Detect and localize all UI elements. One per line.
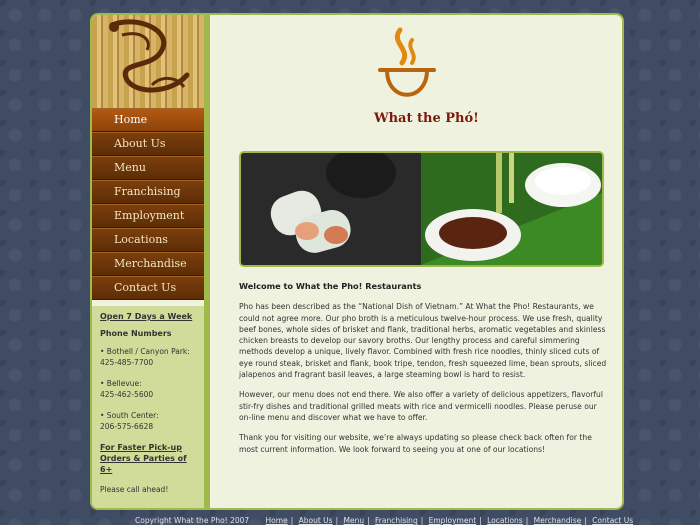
location-name: • South Center: [100,411,159,420]
food-photo-image [241,153,602,265]
bamboo-header-image [92,15,204,108]
nav-home[interactable]: Home [92,108,204,132]
footer-link-menu[interactable]: Menu [344,516,365,525]
nav-contact-us[interactable]: Contact Us [92,276,204,300]
logo [372,25,442,114]
footer-link-locations[interactable]: Locations [487,516,523,525]
nav-employment[interactable]: Employment [92,204,204,228]
copyright: Copyright What the Pho! 2007 [135,516,250,525]
location-south-center: • South Center: 206-575-6628 [100,410,196,432]
menu-paragraph: However, our menu does not end there. We… [239,390,603,422]
footer-link-contact-us[interactable]: Contact Us [592,516,633,525]
location-bellevue: • Bellevue: 425-462-5600 [100,378,196,400]
location-bothell: • Bothell / Canyon Park: 425-485-7700 [100,346,196,368]
brand-name: What the Phó! [374,111,479,126]
call-ahead-text: Please call ahead! [100,485,169,494]
main-nav: Home About Us Menu Franchising Employmen… [92,108,204,300]
page-frame: Home About Us Menu Franchising Employmen… [90,13,624,510]
location-phone: 425-462-5600 [100,390,154,399]
nav-menu[interactable]: Menu [92,156,204,180]
hero-food-photo [239,151,604,267]
footer-link-franchising[interactable]: Franchising [375,516,418,525]
footer-link-employment[interactable]: Employment [429,516,477,525]
dragon-ornament-icon [109,19,190,93]
pickup-orders-link[interactable]: For Faster Pick-up Orders & Parties of 6… [100,442,196,475]
nav-locations[interactable]: Locations [92,228,204,252]
phone-heading: Phone Numbers [100,329,172,338]
location-name: • Bothell / Canyon Park: [100,347,190,356]
footer-link-merchandise[interactable]: Merchandise [534,516,582,525]
nav-about-us[interactable]: About Us [92,132,204,156]
location-phone: 425-485-7700 [100,358,154,367]
intro-paragraph: Pho has been described as the “National … [239,302,607,380]
location-name: • Bellevue: [100,379,142,388]
footer-link-about-us[interactable]: About Us [299,516,333,525]
welcome-heading: Welcome to What the Pho! Restaurants [239,281,422,291]
nav-merchandise[interactable]: Merchandise [92,252,204,276]
column-divider [204,15,210,508]
nav-franchising[interactable]: Franchising [92,180,204,204]
open-days-link[interactable]: Open 7 Days a Week [100,312,196,321]
main-content: Welcome to What the Pho! Restaurants Pho… [239,281,607,464]
sidebar-info: Open 7 Days a Week Phone Numbers • Bothe… [92,306,204,508]
location-phone: 206-575-6628 [100,422,154,431]
footer: Copyright What the Pho! 2007 Home | About… [135,516,634,525]
steaming-bowl-logo-icon [378,27,436,97]
left-column: Home About Us Menu Franchising Employmen… [92,15,204,508]
footer-link-home[interactable]: Home [266,516,288,525]
thanks-paragraph: Thank you for visiting our website, we’r… [239,433,592,454]
